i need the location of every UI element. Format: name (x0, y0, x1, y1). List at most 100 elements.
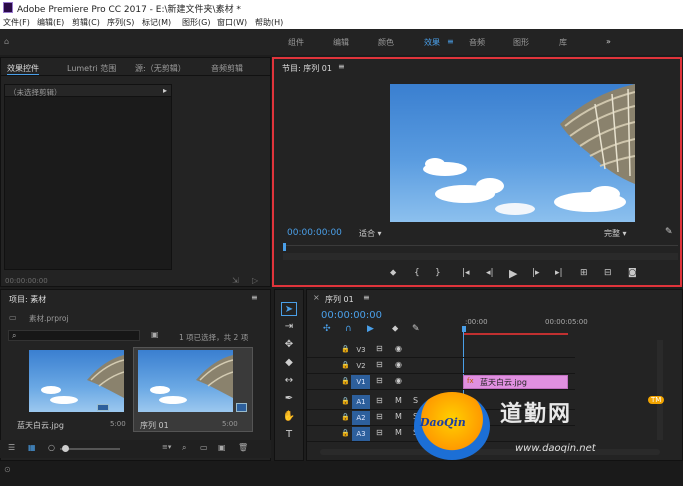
menu-edit[interactable]: 编辑(E) (37, 17, 64, 28)
menu-clip[interactable]: 剪辑(C) (72, 17, 100, 28)
slider-handle[interactable] (62, 445, 69, 452)
delete-icon[interactable]: 🗑 (238, 443, 248, 452)
tab-audio-clip-mixer[interactable]: 音频剪辑 (211, 63, 243, 74)
add-marker-icon[interactable]: ⬥ (390, 268, 396, 278)
menu-marker[interactable]: 标记(M) (142, 17, 171, 28)
sync-lock-icon[interactable]: ⊟ (376, 360, 383, 369)
menu-sequence[interactable]: 序列(S) (107, 17, 134, 28)
list-view-icon[interactable]: ☰ (8, 443, 15, 452)
mute-icon[interactable]: M (395, 412, 402, 421)
project-item-name[interactable]: 蓝天白云.jpg (17, 420, 64, 431)
lift-icon[interactable]: ⊞ (580, 268, 588, 278)
menu-file[interactable]: 文件(F) (3, 17, 30, 28)
type-tool-icon[interactable]: T (281, 428, 297, 442)
expand-arrow-icon[interactable]: ▸ (163, 86, 167, 95)
hand-tool-icon[interactable]: ✋ (281, 410, 297, 424)
razor-tool-icon[interactable]: ◆ (281, 356, 297, 370)
project-item-thumbnail[interactable] (29, 350, 124, 412)
workspace-libraries[interactable]: 库 (559, 37, 567, 48)
go-to-out-icon[interactable]: ▸| (555, 268, 563, 278)
track-label-a1[interactable]: A1 (352, 395, 370, 409)
mark-in-icon[interactable]: { (414, 268, 420, 278)
lock-icon[interactable]: 🔒 (341, 429, 350, 437)
sync-lock-icon[interactable]: ⊟ (376, 376, 383, 385)
step-forward-icon[interactable]: |▸ (532, 268, 540, 278)
project-panel-menu-icon[interactable]: ≡ (251, 293, 258, 302)
settings-wrench-icon[interactable]: ✎ (665, 227, 673, 237)
sort-icon[interactable]: ≡▾ (162, 443, 171, 451)
playhead-handle[interactable] (462, 326, 466, 332)
program-timecode[interactable]: 00:00:00:00 (287, 228, 342, 238)
timeline-tab[interactable]: 序列 01 (325, 294, 354, 305)
step-back-icon[interactable]: ◂| (486, 268, 494, 278)
mute-icon[interactable]: M (395, 428, 402, 437)
program-playhead[interactable] (283, 243, 286, 251)
timeline-vertical-scrollbar[interactable] (657, 340, 663, 440)
marker-icon[interactable]: ⬥ (392, 324, 398, 334)
project-tab[interactable]: 项目: 素材 (9, 294, 46, 305)
lock-icon[interactable]: 🔒 (341, 345, 350, 353)
icon-view-icon[interactable]: ▦ (28, 443, 36, 452)
workspace-assembly[interactable]: 组件 (288, 37, 304, 48)
workspace-menu-icon[interactable]: ≡ (447, 37, 454, 46)
timeline-horizontal-scrollbar[interactable] (320, 449, 660, 455)
eye-icon[interactable]: ◉ (395, 344, 402, 353)
ripple-edit-tool-icon[interactable]: ✥ (281, 338, 297, 352)
slip-tool-icon[interactable]: ↔ (281, 374, 297, 388)
mute-icon[interactable]: M (395, 396, 402, 405)
home-icon[interactable]: ⌂ (4, 37, 9, 46)
sequence-thumbnail[interactable] (138, 350, 233, 412)
linked-selection-icon[interactable]: ∩ (345, 324, 352, 334)
menu-window[interactable]: 窗口(W) (217, 17, 247, 28)
workspace-editing[interactable]: 编辑 (333, 37, 349, 48)
timeline-clip[interactable]: fx 蓝天白云.jpg (463, 375, 568, 389)
lock-icon[interactable]: 🔒 (341, 413, 350, 421)
pen-tool-icon[interactable]: ✒ (281, 392, 297, 406)
timeline-timecode[interactable]: 00:00:00:00 (321, 310, 382, 321)
add-marker-timeline-icon[interactable]: ▶ (367, 324, 374, 334)
lock-icon[interactable]: 🔒 (341, 397, 350, 405)
play-icon[interactable]: ▶ (509, 267, 517, 280)
selection-tool-icon[interactable]: ➤ (281, 302, 297, 316)
export-icon[interactable]: ⇲ (232, 276, 239, 285)
sync-lock-icon[interactable]: ⊟ (376, 396, 383, 405)
timeline-menu-icon[interactable]: ≡ (363, 293, 370, 302)
new-bin-from-search-icon[interactable]: ▣ (151, 330, 159, 339)
eye-icon[interactable]: ◉ (395, 360, 402, 369)
workspace-color[interactable]: 颜色 (378, 37, 394, 48)
snap-icon[interactable]: ✣ (323, 324, 331, 334)
program-scrollbar[interactable] (283, 253, 678, 260)
new-item-icon[interactable]: ▣ (218, 443, 226, 452)
track-select-tool-icon[interactable]: ⇥ (281, 320, 297, 334)
track-label-a3[interactable]: A3 (352, 427, 370, 441)
eye-icon[interactable]: ◉ (395, 376, 402, 385)
tab-lumetri-scopes[interactable]: Lumetri 范围 (67, 63, 116, 74)
quality-select[interactable]: 完整 ▾ (604, 228, 627, 239)
zoom-select[interactable]: 适合 ▾ (359, 228, 382, 239)
close-tab-icon[interactable]: × (313, 293, 320, 302)
timeline-settings-icon[interactable]: ✎ (412, 324, 420, 334)
project-search-input[interactable]: ⌕ (8, 330, 140, 341)
sync-lock-icon[interactable]: ⊟ (376, 428, 383, 437)
workspace-audio[interactable]: 音频 (469, 37, 485, 48)
lock-icon[interactable]: 🔒 (341, 361, 350, 369)
clip-play-icon[interactable]: ▷ (252, 276, 258, 285)
track-label-v1[interactable]: V1 (352, 375, 370, 389)
export-frame-camera-icon[interactable]: ◙ (628, 268, 637, 278)
workspace-graphics[interactable]: 图形 (513, 37, 529, 48)
thumbnail-size-slider[interactable] (60, 448, 120, 450)
lock-icon[interactable]: 🔒 (341, 377, 350, 385)
tab-effect-controls[interactable]: 效果控件 (7, 63, 39, 75)
track-label-v3[interactable]: V3 (352, 343, 370, 357)
zoom-out-icon[interactable]: ○ (48, 443, 55, 452)
go-to-in-icon[interactable]: |◂ (462, 268, 470, 278)
mark-out-icon[interactable]: } (435, 268, 441, 278)
tab-source[interactable]: 源:（无剪辑） (135, 63, 186, 74)
sequence-item-name[interactable]: 序列 01 (140, 420, 169, 431)
menu-graphics[interactable]: 图形(G) (182, 17, 210, 28)
more-workspaces-icon[interactable]: » (606, 37, 611, 46)
workspace-effects[interactable]: 效果 (424, 37, 440, 48)
new-bin-icon[interactable]: ▭ (200, 443, 208, 452)
menu-help[interactable]: 帮助(H) (255, 17, 283, 28)
extract-icon[interactable]: ⊟ (604, 268, 612, 278)
